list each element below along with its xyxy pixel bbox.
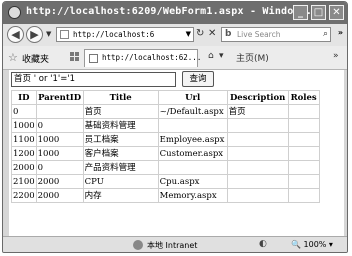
cell-title: 基础资料管理 (82, 118, 159, 133)
query-input[interactable]: 首页 ' or '1'='1 (11, 72, 176, 87)
close-button[interactable]: ✕ (329, 5, 344, 20)
home-icon[interactable]: ⌂ (208, 51, 214, 61)
cell-url (157, 160, 228, 175)
search-placeholder[interactable]: Live Search (237, 30, 280, 39)
tab-title[interactable]: http://localhost:62... (102, 53, 201, 62)
table-row: 1100 1000 员工档案 Employee.aspx (11, 132, 320, 147)
navigation-bar: ◀ ▶ ▼ http://localhost:6 ▼ ↻ ✕ b Live Se… (3, 24, 347, 46)
favorites-bar: ☆ 收藏夹 http://localhost:62... ⌂ ▾ 主页(M) » (3, 46, 347, 70)
table-row: 0 首页 ~/Default.aspx 首页 (11, 104, 320, 119)
results-table: ID ParentID Title Url Description Roles … (11, 90, 320, 203)
zoom-level[interactable]: 🔍 100% ▾ (291, 240, 333, 249)
cell-url: ~/Default.aspx (157, 104, 228, 119)
table-header-row: ID ParentID Title Url Description Roles (11, 90, 320, 105)
cell-url: Memory.aspx (157, 188, 228, 203)
cell-description: 首页 (226, 104, 289, 119)
column-header: ID (11, 90, 37, 105)
cell-description (226, 118, 289, 133)
cell-parentid: 0 (35, 160, 84, 175)
cell-parentid: 2000 (35, 188, 84, 203)
security-zone-label[interactable]: 本地 Intranet (147, 240, 197, 251)
cell-title: 首页 (82, 104, 159, 119)
cell-description (226, 188, 289, 203)
column-header: Url (157, 90, 228, 105)
intranet-zone-icon (133, 240, 143, 250)
quick-tabs-icon[interactable] (70, 52, 80, 62)
more-tools-icon[interactable]: » (338, 28, 343, 37)
cell-parentid: 1000 (35, 146, 84, 161)
cell-id: 2200 (11, 188, 37, 203)
search-icon[interactable]: ⌕ (323, 29, 328, 39)
feeds-icon[interactable]: ▾ (219, 51, 224, 61)
ie-logo-icon (8, 6, 21, 19)
search-box[interactable]: b Live Search ⌕ (221, 27, 331, 42)
cell-description (226, 174, 289, 189)
cell-roles (287, 104, 320, 119)
maximize-button[interactable]: □ (311, 5, 326, 20)
cell-id: 0 (11, 104, 37, 119)
cell-description (226, 132, 289, 147)
cell-parentid: 1000 (35, 132, 84, 147)
cell-url: Employee.aspx (157, 132, 228, 147)
cell-description (226, 146, 289, 161)
tab-webform1[interactable]: http://localhost:62... (84, 49, 201, 67)
column-header: Description (226, 90, 289, 105)
cell-description (226, 160, 289, 175)
history-dropdown-icon[interactable]: ▼ (46, 30, 51, 38)
address-dropdown-icon[interactable]: ▼ (186, 30, 191, 38)
favorites-star-icon[interactable]: ☆ (8, 51, 18, 64)
table-row: 2000 0 产品资料管理 (11, 160, 320, 175)
address-bar[interactable]: http://localhost:6 ▼ (56, 27, 194, 42)
more-commands-icon[interactable]: » (333, 51, 339, 61)
table-row: 2100 2000 CPU Cpu.aspx (11, 174, 320, 189)
status-bar: 本地 Intranet ◐ 🔍 100% ▾ (3, 236, 347, 252)
column-header: Title (82, 90, 159, 105)
refresh-icon[interactable]: ↻ (196, 28, 204, 39)
favorites-label[interactable]: 收藏夹 (22, 52, 49, 65)
cell-id: 2000 (11, 160, 37, 175)
address-text[interactable]: http://localhost:6 (73, 30, 154, 39)
protected-mode-icon[interactable]: ◐ (259, 239, 267, 249)
cell-parentid: 2000 (35, 174, 84, 189)
zoom-value: 100% (303, 240, 327, 249)
column-header: ParentID (35, 90, 84, 105)
cell-roles (287, 174, 320, 189)
table-row: 1000 0 基础资料管理 (11, 118, 320, 133)
cell-roles (287, 132, 320, 147)
cell-title: 产品资料管理 (82, 160, 159, 175)
stop-icon[interactable]: ✕ (208, 28, 216, 39)
cell-roles (287, 146, 320, 161)
cell-title: 客户档案 (82, 146, 159, 161)
cell-parentid: 0 (35, 118, 84, 133)
column-header: Roles (287, 90, 320, 105)
live-search-logo-icon: b (225, 29, 232, 39)
tab-page-icon (89, 54, 98, 63)
cell-id: 1200 (11, 146, 37, 161)
cell-title: CPU (82, 174, 159, 189)
browser-window: http://localhost:6209/WebForm1.aspx - Wi… (2, 1, 348, 253)
cell-roles (287, 160, 320, 175)
forward-button[interactable]: ▶ (26, 26, 43, 43)
cell-url: Cpu.aspx (157, 174, 228, 189)
cell-id: 1000 (11, 118, 37, 133)
window-title: http://localhost:6209/WebForm1.aspx - Wi… (26, 6, 313, 17)
cell-roles (287, 188, 320, 203)
cell-url (157, 118, 228, 133)
back-button[interactable]: ◀ (7, 26, 24, 43)
minimize-button[interactable]: _ (293, 5, 308, 20)
table-row: 2200 2000 内存 Memory.aspx (11, 188, 320, 203)
page-icon (60, 30, 69, 39)
cell-parentid (35, 104, 84, 119)
table-row: 1200 1000 客户档案 Customer.aspx (11, 146, 320, 161)
cell-url: Customer.aspx (157, 146, 228, 161)
cell-roles (287, 118, 320, 133)
cell-id: 2100 (11, 174, 37, 189)
query-button[interactable]: 查询 (182, 71, 214, 87)
home-label[interactable]: 主页(M) (236, 51, 269, 64)
cell-title: 内存 (82, 188, 159, 203)
page-content: 首页 ' or '1'='1 查询 ID ParentID Title Url … (9, 70, 344, 236)
cell-title: 员工档案 (82, 132, 159, 147)
cell-id: 1100 (11, 132, 37, 147)
title-bar[interactable]: http://localhost:6209/WebForm1.aspx - Wi… (3, 2, 347, 24)
